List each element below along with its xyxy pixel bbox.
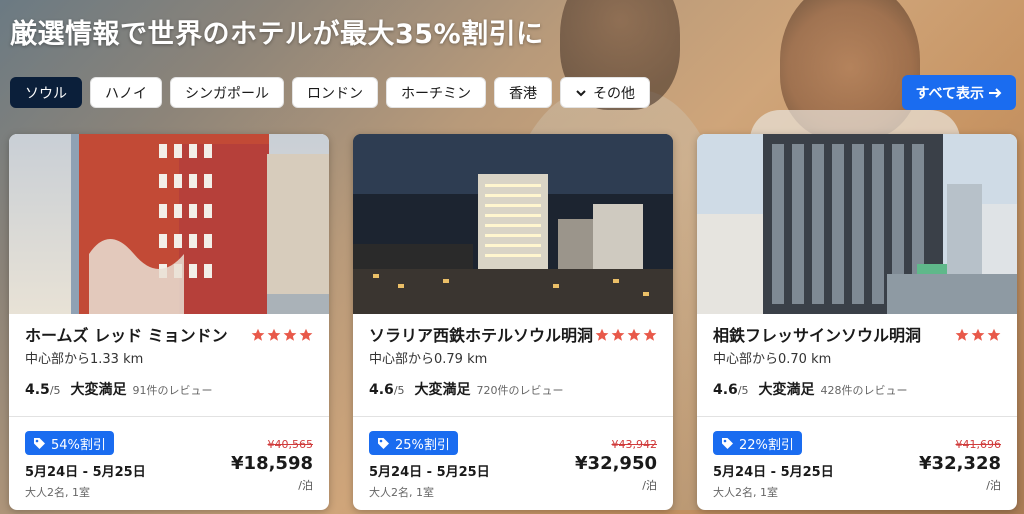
- discount-label: 25%割引: [395, 437, 450, 453]
- tag-icon: [34, 437, 45, 449]
- star-icon: [299, 328, 313, 341]
- rating-label: 大変満足: [758, 382, 815, 398]
- per-night-label: /泊: [642, 479, 657, 492]
- star-icon: [627, 328, 641, 341]
- star-icon: [267, 328, 281, 341]
- rating-row: 4.6/5 大変満足 428件のレビュー: [713, 379, 1001, 399]
- original-price: ¥40,565: [267, 438, 314, 451]
- star-icon: [611, 328, 625, 341]
- hotel-photo[interactable]: [697, 134, 1017, 314]
- star-rating: [955, 328, 1001, 342]
- show-all-button[interactable]: すべて表示: [901, 75, 1016, 110]
- tag-icon: [378, 437, 389, 449]
- rating-score-denominator: /5: [49, 384, 61, 397]
- price-area: 22%割引 5月24日 - 5月25日 大人2名, 1室 ¥41,696 ¥32…: [697, 417, 1017, 510]
- star-rating: [251, 328, 313, 342]
- price-area: 54%割引 5月24日 - 5月25日 大人2名, 1室 ¥40,565 ¥18…: [9, 417, 329, 510]
- distance-from-center: 中心部から0.79 km: [369, 352, 488, 367]
- city-chip-hanoi[interactable]: ハノイ: [90, 77, 162, 108]
- rating-score: 4.5/5: [25, 382, 61, 398]
- hotel-card[interactable]: 相鉄フレッサインソウル明洞 中心部から0.70 km 4.6/5 大変満足 42…: [697, 134, 1017, 510]
- discount-badge: 54%割引: [25, 431, 114, 455]
- city-chip-hongkong[interactable]: 香港: [494, 77, 552, 108]
- hotel-card[interactable]: ソラリア西鉄ホテルソウル明洞 中心部から0.79 km 4.6/5 大変満足 7…: [353, 134, 673, 510]
- hotel-photo[interactable]: [353, 134, 673, 314]
- hotel-photo-illustration: [353, 134, 673, 314]
- city-chip-london[interactable]: ロンドン: [292, 77, 378, 108]
- discount-badge: 22%割引: [713, 431, 802, 455]
- rating-score: 4.6/5: [713, 382, 749, 398]
- star-icon: [251, 328, 265, 341]
- star-icon: [595, 328, 609, 341]
- discount-badge: 25%割引: [369, 431, 458, 455]
- rating-score-value: 4.6: [713, 382, 738, 398]
- price: ¥32,950: [575, 453, 657, 474]
- city-chip-seoul[interactable]: ソウル: [10, 77, 82, 108]
- rating-score-value: 4.6: [369, 382, 394, 398]
- per-night-label: /泊: [298, 479, 313, 492]
- review-count: 428件のレビュー: [820, 384, 908, 397]
- more-cities-dropdown[interactable]: その他: [560, 77, 650, 108]
- hotel-photo-illustration: [697, 134, 1017, 314]
- hotel-card[interactable]: ホームズ レッド ミョンドン 中心部から1.33 km 4.5/5 大変満足 9…: [9, 134, 329, 510]
- rating-score-denominator: /5: [393, 384, 405, 397]
- guests-rooms: 大人2名, 1室: [713, 486, 778, 499]
- show-all-label: すべて表示: [915, 85, 984, 102]
- price: ¥18,598: [231, 453, 313, 474]
- rating-label: 大変満足: [414, 382, 471, 398]
- star-icon: [987, 328, 1001, 341]
- distance-from-center: 中心部から1.33 km: [25, 352, 144, 367]
- guests-rooms: 大人2名, 1室: [25, 486, 90, 499]
- star-icon: [955, 328, 969, 341]
- review-count: 91件のレビュー: [132, 384, 213, 397]
- rating-row: 4.6/5 大変満足 720件のレビュー: [369, 379, 657, 399]
- per-night-label: /泊: [986, 479, 1001, 492]
- star-rating: [595, 328, 657, 342]
- rating-score-denominator: /5: [737, 384, 749, 397]
- distance-from-center: 中心部から0.70 km: [713, 352, 832, 367]
- star-icon: [971, 328, 985, 341]
- star-icon: [283, 328, 297, 341]
- discount-label: 54%割引: [51, 437, 106, 453]
- rating-row: 4.5/5 大変満足 91件のレビュー: [25, 379, 313, 399]
- discount-label: 22%割引: [739, 437, 794, 453]
- city-filter-chips: ソウル ハノイ シンガポール ロンドン ホーチミン 香港 その他: [10, 77, 650, 108]
- city-chip-hochiminh[interactable]: ホーチミン: [386, 77, 486, 108]
- arrow-right-icon: [989, 87, 1002, 98]
- rating-label: 大変満足: [70, 382, 127, 398]
- star-icon: [643, 328, 657, 341]
- hotel-photo[interactable]: [9, 134, 329, 314]
- tag-icon: [722, 437, 733, 449]
- guests-rooms: 大人2名, 1室: [369, 486, 434, 499]
- original-price: ¥41,696: [955, 438, 1002, 451]
- city-chip-singapore[interactable]: シンガポール: [170, 77, 284, 108]
- rating-score: 4.6/5: [369, 382, 405, 398]
- original-price: ¥43,942: [611, 438, 658, 451]
- more-cities-label: その他: [593, 85, 635, 102]
- review-count: 720件のレビュー: [476, 384, 564, 397]
- rating-score-value: 4.5: [25, 382, 50, 398]
- price: ¥32,328: [919, 453, 1001, 474]
- price-area: 25%割引 5月24日 - 5月25日 大人2名, 1室 ¥43,942 ¥32…: [353, 417, 673, 510]
- hotel-photo-illustration: [9, 134, 329, 314]
- chevron-down-icon: [576, 89, 586, 96]
- headline: 厳選情報で世界のホテルが最大35%割引に: [10, 19, 544, 50]
